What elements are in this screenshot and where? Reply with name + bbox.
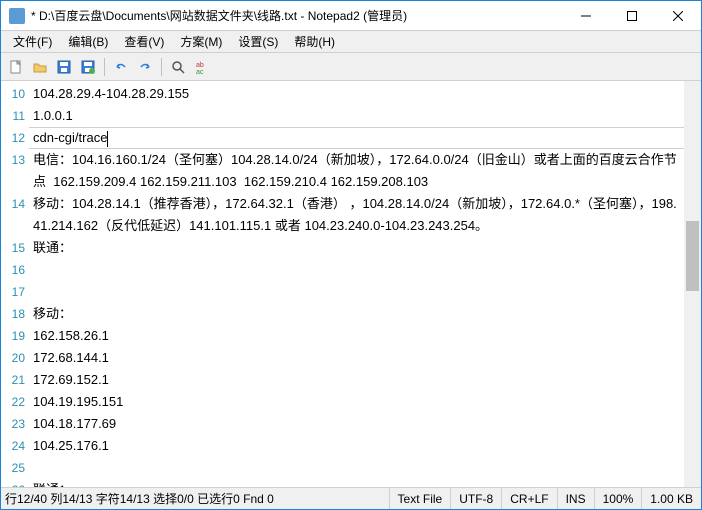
status-size: 1.00 KB xyxy=(641,488,701,509)
editor-area: 10111213 14 151617181920212223242526 104.2… xyxy=(1,81,701,487)
line-number: 16 xyxy=(1,259,25,281)
text-line[interactable]: 联通： xyxy=(33,237,684,259)
save-as-button[interactable] xyxy=(77,56,99,78)
close-button[interactable] xyxy=(655,1,701,30)
window-controls xyxy=(563,1,701,30)
text-line[interactable]: 移动：104.28.14.1（推荐香港），172.64.32.1（香港） ，10… xyxy=(33,193,684,237)
text-line[interactable]: cdn-cgi/trace xyxy=(33,127,684,149)
redo-button[interactable] xyxy=(134,56,156,78)
text-line[interactable] xyxy=(33,259,684,281)
text-line[interactable]: 1.0.0.1 xyxy=(33,105,684,127)
line-number-gutter: 10111213 14 151617181920212223242526 xyxy=(1,81,29,487)
line-number: 20 xyxy=(1,347,25,369)
text-line[interactable] xyxy=(33,281,684,303)
text-line[interactable]: 移动： xyxy=(33,303,684,325)
line-number: 21 xyxy=(1,369,25,391)
maximize-button[interactable] xyxy=(609,1,655,30)
save-button[interactable] xyxy=(53,56,75,78)
open-file-button[interactable] xyxy=(29,56,51,78)
title-bar: * D:\百度云盘\Documents\网站数据文件夹\线路.txt - Not… xyxy=(1,1,701,31)
menu-help[interactable]: 帮助(H) xyxy=(286,31,343,52)
text-line[interactable]: 172.68.144.1 xyxy=(33,347,684,369)
text-line[interactable]: 104.18.177.69 xyxy=(33,413,684,435)
line-number: 26 xyxy=(1,479,25,487)
text-line[interactable]: 104.19.195.151 xyxy=(33,391,684,413)
svg-text:ac: ac xyxy=(196,69,204,75)
text-line[interactable]: 104.25.176.1 xyxy=(33,435,684,457)
line-number: 11 xyxy=(1,105,25,127)
line-number: 15 xyxy=(1,237,25,259)
line-number: 17 xyxy=(1,281,25,303)
line-number: 19 xyxy=(1,325,25,347)
line-number: 24 xyxy=(1,435,25,457)
new-file-button[interactable] xyxy=(5,56,27,78)
replace-button[interactable]: abac xyxy=(191,56,213,78)
line-number: 14 xyxy=(1,193,25,215)
toolbar-separator xyxy=(161,58,162,76)
undo-button[interactable] xyxy=(110,56,132,78)
text-line[interactable]: 电信：104.16.160.1/24（圣何塞）104.28.14.0/24（新加… xyxy=(33,149,684,193)
svg-text:ab: ab xyxy=(196,62,204,69)
line-number: 23 xyxy=(1,413,25,435)
status-filetype[interactable]: Text File xyxy=(389,488,451,509)
text-line[interactable]: 联通： xyxy=(33,479,684,487)
app-icon xyxy=(9,8,25,24)
toolbar-separator xyxy=(104,58,105,76)
menu-file[interactable]: 文件(F) xyxy=(5,31,60,52)
menu-bar: 文件(F) 编辑(B) 查看(V) 方案(M) 设置(S) 帮助(H) xyxy=(1,31,701,53)
minimize-button[interactable] xyxy=(563,1,609,30)
text-line[interactable] xyxy=(33,457,684,479)
find-button[interactable] xyxy=(167,56,189,78)
menu-edit[interactable]: 编辑(B) xyxy=(60,31,116,52)
text-content[interactable]: 104.28.29.4-104.28.29.1551.0.0.1cdn-cgi/… xyxy=(29,81,684,487)
text-line[interactable]: 172.69.152.1 xyxy=(33,369,684,391)
line-number: 22 xyxy=(1,391,25,413)
window-title: * D:\百度云盘\Documents\网站数据文件夹\线路.txt - Not… xyxy=(31,7,563,24)
line-number: 13 xyxy=(1,149,25,171)
status-mode[interactable]: INS xyxy=(557,488,594,509)
menu-view[interactable]: 查看(V) xyxy=(116,31,172,52)
status-position: 行12/40 列14/13 字符14/13 选择0/0 已选行0 Fnd 0 xyxy=(1,490,389,507)
status-bar: 行12/40 列14/13 字符14/13 选择0/0 已选行0 Fnd 0 T… xyxy=(1,487,701,509)
text-line[interactable]: 162.158.26.1 xyxy=(33,325,684,347)
line-number: 25 xyxy=(1,457,25,479)
menu-settings[interactable]: 设置(S) xyxy=(230,31,286,52)
status-eol[interactable]: CR+LF xyxy=(501,488,556,509)
line-number: 12 xyxy=(1,127,25,149)
scrollbar-thumb[interactable] xyxy=(686,221,699,291)
text-line[interactable]: 104.28.29.4-104.28.29.155 xyxy=(33,83,684,105)
line-number: 10 xyxy=(1,83,25,105)
status-encoding[interactable]: UTF-8 xyxy=(450,488,501,509)
vertical-scrollbar[interactable] xyxy=(684,81,701,487)
status-zoom[interactable]: 100% xyxy=(594,488,642,509)
toolbar: abac xyxy=(1,53,701,81)
menu-scheme[interactable]: 方案(M) xyxy=(172,31,230,52)
line-number: 18 xyxy=(1,303,25,325)
